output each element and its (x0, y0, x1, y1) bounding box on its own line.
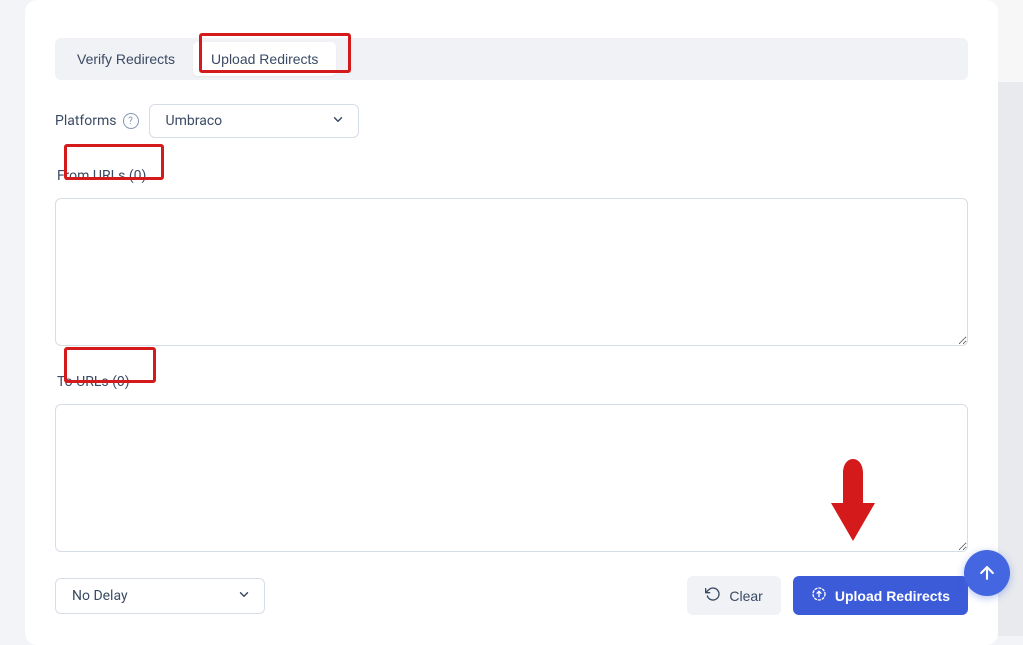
platform-select-wrap: Umbraco (149, 104, 359, 138)
to-urls-label: To URLs (0) (55, 368, 134, 396)
help-icon[interactable]: ? (123, 113, 139, 129)
platform-select[interactable]: Umbraco (149, 104, 359, 138)
upload-redirects-button[interactable]: Upload Redirects (793, 576, 968, 615)
buttons-group: Clear Upload Redirects (687, 576, 968, 615)
upload-button-label: Upload Redirects (835, 588, 950, 604)
tab-verify-redirects[interactable]: Verify Redirects (59, 42, 193, 76)
from-urls-textarea[interactable] (55, 198, 968, 346)
clear-button-label: Clear (729, 588, 762, 604)
tab-upload-redirects[interactable]: Upload Redirects (193, 42, 336, 76)
redirects-panel: Verify Redirects Upload Redirects Platfo… (25, 0, 998, 645)
delay-select[interactable]: No Delay (55, 578, 265, 614)
scroll-to-top-button[interactable] (964, 550, 1010, 596)
to-urls-section: To URLs (0) (55, 368, 968, 556)
to-urls-textarea[interactable] (55, 404, 968, 552)
platforms-row: Platforms ? Umbraco (55, 104, 968, 138)
clear-button[interactable]: Clear (687, 576, 780, 615)
from-urls-label: From URLs (0) (55, 162, 150, 190)
tabs-container: Verify Redirects Upload Redirects (55, 38, 968, 80)
platforms-label: Platforms ? (55, 113, 139, 129)
from-urls-section: From URLs (0) (55, 162, 968, 350)
footer-row: No Delay Clear Upload (55, 576, 968, 615)
delay-select-wrap: No Delay (55, 578, 265, 614)
upload-icon (811, 586, 827, 605)
refresh-icon (705, 586, 721, 605)
platforms-label-text: Platforms (55, 113, 117, 129)
